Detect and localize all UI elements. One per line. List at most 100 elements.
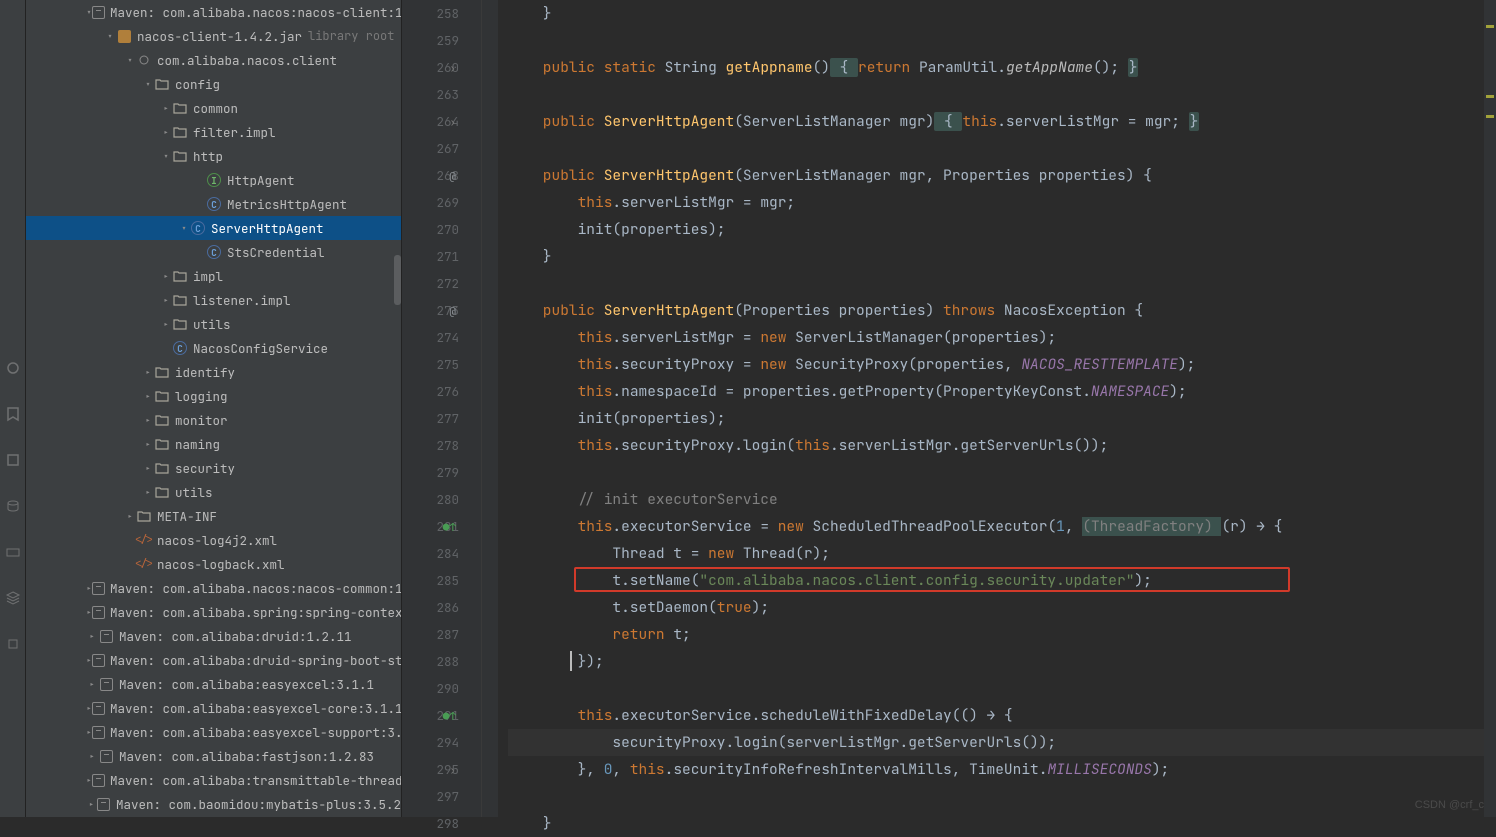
folder-icon	[172, 150, 188, 162]
tree-row[interactable]: ▾config	[26, 72, 401, 96]
tree-row[interactable]: ▾ http	[26, 144, 401, 168]
tree-row[interactable]: ▸listener.impl	[26, 288, 401, 312]
tree-row[interactable]: </>nacos-logback.xml	[26, 552, 401, 576]
tree-row[interactable]: ▸ utils	[26, 480, 401, 504]
chevron-right-icon[interactable]: ▸	[142, 366, 154, 379]
folder-icon	[172, 102, 188, 114]
tree-row[interactable]: ▸ common	[26, 96, 401, 120]
tree-row[interactable]: ▸naming	[26, 432, 401, 456]
fold-arrow-icon[interactable]: ›	[442, 758, 456, 772]
chevron-right-icon[interactable]: ▸	[142, 414, 154, 427]
tree-row[interactable]: ▾CServerHttpAgent	[26, 216, 401, 240]
gutter-line: 259	[402, 27, 459, 54]
code-line	[508, 135, 1484, 162]
tree-row[interactable]: </>nacos-log4j2.xml	[26, 528, 401, 552]
error-stripe	[1484, 0, 1496, 817]
tree-row[interactable]: ▸Maven: com.alibaba:druid-spring-boot-st…	[26, 648, 401, 672]
chevron-down-icon[interactable]: ▾	[160, 150, 172, 163]
tree-label: common	[193, 100, 238, 117]
tool-icon[interactable]	[5, 498, 21, 514]
tree-row[interactable]: ▸Maven: com.alibaba.nacos:nacos-common:1…	[26, 576, 401, 600]
gutter-line: 291●↑	[402, 702, 459, 729]
chevron-right-icon[interactable]: ▸	[86, 750, 98, 763]
tool-icon[interactable]	[5, 590, 21, 606]
chevron-down-icon[interactable]: ▾	[142, 78, 154, 91]
tree-row[interactable]: ▸Maven: com.alibaba:easyexcel-support:3.…	[26, 720, 401, 744]
chevron-right-icon[interactable]: ▸	[160, 126, 172, 139]
override-marker-icon[interactable]: @	[442, 164, 456, 178]
chevron-right-icon[interactable]: ▸	[160, 318, 172, 331]
chevron-right-icon[interactable]: ▸	[160, 102, 172, 115]
tree-label: http	[193, 148, 223, 165]
tree-row[interactable]: ▸ security	[26, 456, 401, 480]
chevron-down-icon[interactable]: ▾	[104, 30, 116, 43]
tree-row[interactable]: ▸utils	[26, 312, 401, 336]
code-area[interactable]: } public static String getAppname() { re…	[498, 0, 1484, 817]
tree-row[interactable]: ▾com.alibaba.nacos.client	[26, 48, 401, 72]
code-line: this.namespaceId = properties.getPropert…	[508, 378, 1484, 405]
chevron-right-icon[interactable]: ▸	[142, 486, 154, 499]
chevron-right-icon[interactable]: ▸	[160, 270, 172, 283]
chevron-right-icon[interactable]: ▸	[160, 294, 172, 307]
tree-label: NacosConfigService	[193, 340, 328, 357]
chevron-right-icon[interactable]: ▸	[86, 630, 98, 643]
code-line: public ServerHttpAgent(ServerListManager…	[508, 162, 1484, 189]
tool-icon[interactable]	[5, 544, 21, 560]
gutter-line: 273@	[402, 297, 459, 324]
tree-row[interactable]: ▸Maven: com.alibaba:easyexcel-core:3.1.1	[26, 696, 401, 720]
tree-row[interactable]: ▸impl	[26, 264, 401, 288]
tool-icon[interactable]	[5, 636, 21, 652]
fold-arrow-icon[interactable]: ›	[442, 56, 456, 70]
tree-row[interactable]: CStsCredential	[26, 240, 401, 264]
tool-icon[interactable]	[5, 406, 21, 422]
chevron-right-icon[interactable]: ▸	[124, 510, 136, 523]
chevron-right-icon[interactable]: ▸	[86, 678, 98, 691]
sidebar-scrollbar[interactable]	[394, 255, 401, 305]
gutter-line: 270	[402, 216, 459, 243]
fold-arrow-icon[interactable]: ›	[442, 110, 456, 124]
tree-row[interactable]: ▸META-INF	[26, 504, 401, 528]
tree-row[interactable]: ▸Maven: com.alibaba:transmittable-thread…	[26, 768, 401, 792]
project-tree-sidebar[interactable]: ▾Maven: com.alibaba.nacos:nacos-client:1…	[26, 0, 402, 817]
code-line: }, 0, this.securityInfoRefreshIntervalMi…	[508, 756, 1484, 783]
xml-icon: </>	[136, 533, 152, 547]
tool-icon[interactable]	[5, 360, 21, 376]
tree-label: StsCredential	[227, 244, 325, 261]
tree-row[interactable]: ▸Maven: com.alibaba.spring:spring-contex…	[26, 600, 401, 624]
code-line	[508, 459, 1484, 486]
chevron-right-icon[interactable]: ▸	[142, 438, 154, 451]
tree-row[interactable]: CMetricsHttpAgent	[26, 192, 401, 216]
tree-row[interactable]: ▸monitor	[26, 408, 401, 432]
tree-row[interactable]: IHttpAgent	[26, 168, 401, 192]
tree-row[interactable]: ▸Maven: com.alibaba:fastjson:1.2.83	[26, 744, 401, 768]
gutter-line: 276	[402, 378, 459, 405]
tree-row[interactable]: ▸identify	[26, 360, 401, 384]
chevron-right-icon[interactable]: ▸	[142, 462, 154, 475]
library-icon	[92, 726, 105, 739]
library-icon	[92, 6, 105, 19]
vcs-marker-icon[interactable]: ●↑	[442, 515, 456, 529]
tree-row[interactable]: ▸Maven: com.alibaba:druid:1.2.11	[26, 624, 401, 648]
tree-row[interactable]: ▸Maven: com.alibaba:easyexcel:3.1.1	[26, 672, 401, 696]
gutter-line: 280	[402, 486, 459, 513]
chevron-down-icon[interactable]: ▾	[178, 222, 190, 235]
tree-row[interactable]: ▸Maven: com.baomidou:mybatis-plus:3.5.2	[26, 792, 401, 816]
vcs-marker-icon[interactable]: ●↑	[442, 704, 456, 718]
override-marker-icon[interactable]: @	[442, 299, 456, 313]
tree-label: security	[175, 460, 235, 477]
gutter-line: 271	[402, 243, 459, 270]
code-line: public static String getAppname() { retu…	[508, 54, 1484, 81]
chevron-down-icon[interactable]: ▾	[124, 54, 136, 67]
tree-label: utils	[175, 484, 213, 501]
tree-row[interactable]: ▸filter.impl	[26, 120, 401, 144]
tree-row[interactable]: CNacosConfigService	[26, 336, 401, 360]
tree-row[interactable]: ▾Maven: com.alibaba.nacos:nacos-client:1…	[26, 0, 401, 24]
tree-row[interactable]: ▸logging	[26, 384, 401, 408]
code-line: }	[508, 0, 1484, 27]
chevron-right-icon[interactable]: ▸	[86, 798, 97, 811]
chevron-right-icon[interactable]: ▸	[142, 390, 154, 403]
tree-row[interactable]: ▾nacos-client-1.4.2.jarlibrary root	[26, 24, 401, 48]
library-icon	[92, 702, 105, 715]
gutter-line: 275	[402, 351, 459, 378]
tool-icon[interactable]	[5, 452, 21, 468]
